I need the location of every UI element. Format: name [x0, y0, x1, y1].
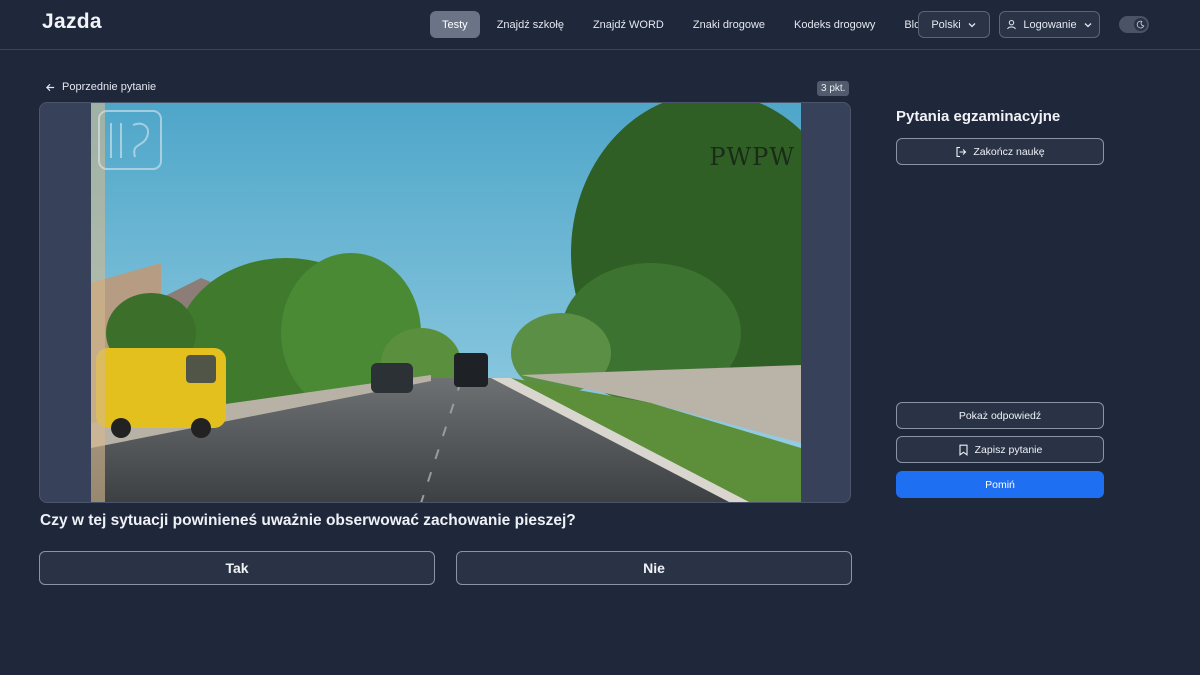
- answer-yes-button[interactable]: Tak: [39, 551, 435, 585]
- skip-button[interactable]: Pomiń: [896, 471, 1104, 498]
- nav-find-word[interactable]: Znajdź WORD: [581, 11, 676, 38]
- previous-question-label: Poprzednie pytanie: [62, 81, 157, 93]
- login-button[interactable]: Logowanie: [999, 11, 1100, 38]
- question-text: Czy w tej sytuacji powinieneś uważnie ob…: [40, 512, 576, 529]
- language-select[interactable]: Polski: [918, 11, 990, 38]
- user-icon: [1006, 19, 1017, 30]
- show-answer-button[interactable]: Pokaż odpowiedź: [896, 402, 1104, 429]
- logo-mark: J: [42, 10, 54, 33]
- top-header: Jazda Testy Znajdź szkołę Znajdź WORD Zn…: [0, 0, 1200, 50]
- answer-no-button[interactable]: Nie: [456, 551, 852, 585]
- arrow-left-icon: [45, 82, 56, 93]
- exit-icon: [955, 146, 967, 158]
- bookmark-icon: [958, 444, 969, 456]
- save-question-label: Zapisz pytanie: [974, 443, 1043, 456]
- skip-label: Pomiń: [985, 478, 1015, 491]
- logo[interactable]: Jazda: [42, 10, 102, 34]
- chevron-down-icon: [1083, 20, 1093, 30]
- nav-find-school[interactable]: Znajdź szkołę: [485, 11, 576, 38]
- points-badge: 3 pkt.: [817, 81, 850, 96]
- previous-question-link[interactable]: Poprzednie pytanie: [45, 81, 156, 93]
- pwpw-watermark: PWPW: [709, 143, 795, 171]
- main-nav: Testy Znajdź szkołę Znajdź WORD Znaki dr…: [430, 11, 943, 38]
- finish-learning-label: Zakończ naukę: [973, 145, 1045, 158]
- show-answer-label: Pokaż odpowiedź: [958, 409, 1042, 422]
- sidebar-title: Pytania egzaminacyjne: [896, 108, 1061, 125]
- logo-text: azda: [53, 10, 102, 33]
- save-question-button[interactable]: Zapisz pytanie: [896, 436, 1104, 463]
- chevron-down-icon: [967, 20, 977, 30]
- nav-traffic-code[interactable]: Kodeks drogowy: [782, 11, 887, 38]
- finish-learning-button[interactable]: Zakończ naukę: [896, 138, 1104, 165]
- theme-toggle[interactable]: [1119, 16, 1149, 33]
- driving-scene-image: PWPW: [91, 103, 801, 502]
- moon-icon: [1134, 18, 1147, 31]
- nav-road-signs[interactable]: Znaki drogowe: [681, 11, 777, 38]
- nav-tests[interactable]: Testy: [430, 11, 480, 38]
- language-label: Polski: [931, 18, 961, 31]
- login-label: Logowanie: [1023, 18, 1077, 31]
- question-media: PWPW: [39, 102, 851, 503]
